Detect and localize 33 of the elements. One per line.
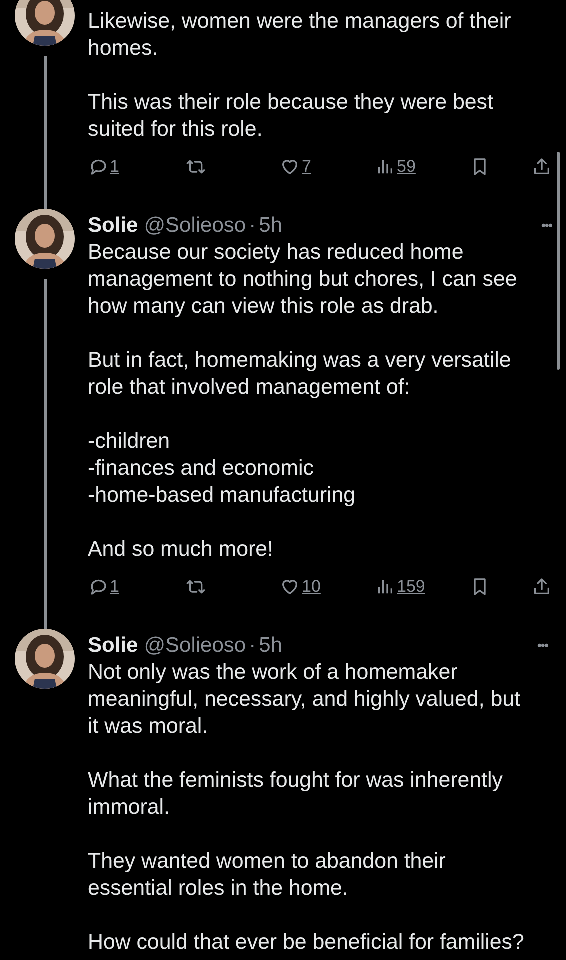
post-text: This was their role because they were best suited for this role. (88, 89, 494, 143)
scroll-bar[interactable] (557, 152, 560, 370)
post-text: And so much more! (88, 536, 274, 563)
share-icon[interactable] (532, 577, 552, 597)
heart-icon[interactable] (280, 577, 300, 597)
more-options-button[interactable]: ••• (537, 633, 548, 659)
heart-icon[interactable] (280, 157, 300, 177)
author-handle[interactable]: @Solieoso (144, 213, 246, 239)
more-options-button[interactable]: ••• (541, 213, 552, 239)
views-count[interactable]: 159 (397, 577, 426, 597)
author-name[interactable]: Solie (88, 633, 138, 659)
post-text: What the feminists fought for was inherently immoral. (88, 767, 504, 821)
like-count[interactable]: 7 (302, 157, 312, 177)
post-text: But in fact, homemaking was a very versatile role that involved management of: (88, 347, 512, 401)
post-text: Likewise, women were the managers of their homes. (88, 8, 512, 62)
post-time: 5h (259, 633, 282, 659)
separator-dot: · (249, 213, 256, 239)
views-count[interactable]: 59 (397, 157, 416, 177)
reply-icon[interactable] (88, 157, 108, 177)
author-name[interactable]: Solie (88, 213, 138, 239)
post-text: How could that ever be beneficial for families? (88, 929, 526, 956)
post-text: Because our society has reduced home management to nothing but chores, I can see how many can view this role as drab. (88, 239, 518, 320)
post-time: 5h (259, 213, 282, 239)
reply-count[interactable]: 1 (110, 157, 120, 177)
separator-dot: · (249, 633, 256, 659)
post-text: Not only was the work of a homemaker meaningful, necessary, and highly valued, but it was moral. (88, 659, 522, 740)
reply-count[interactable]: 1 (110, 577, 120, 597)
post-text: -children -finances and economic -home-based manufacturing (88, 428, 357, 509)
author-handle[interactable]: @Solieoso (144, 633, 246, 659)
reply-icon[interactable] (88, 577, 108, 597)
like-count[interactable]: 10 (302, 577, 321, 597)
post-text: They wanted women to abandon their essential roles in the home. (88, 848, 447, 902)
share-icon[interactable] (532, 157, 552, 177)
